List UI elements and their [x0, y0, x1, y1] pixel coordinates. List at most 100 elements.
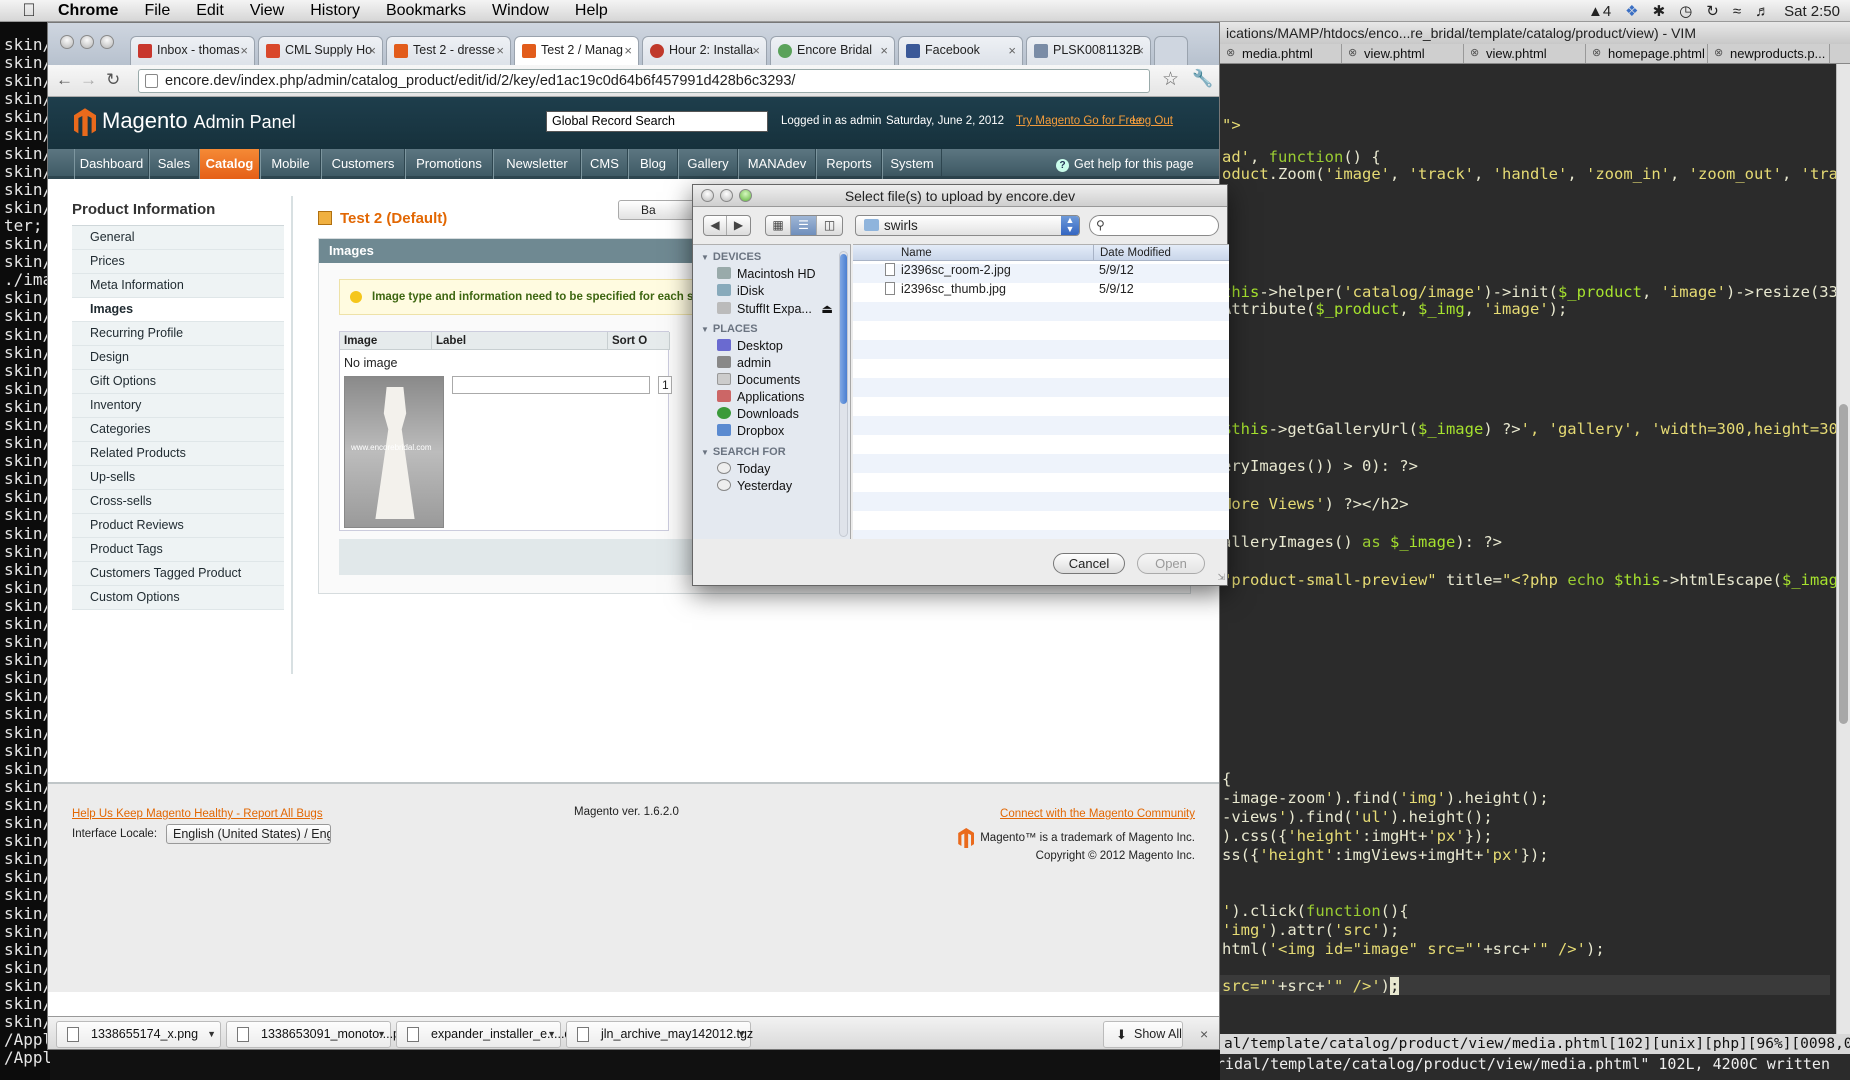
sidebar-item-design[interactable]: Design — [72, 346, 284, 370]
file-row[interactable]: i2396sc_thumb.jpg 5/9/12 — [853, 280, 1229, 299]
sidebar-item-documents[interactable]: Documents — [717, 373, 800, 387]
sidebar-item-cross-sells[interactable]: Cross-sells — [72, 490, 284, 514]
vim-tab[interactable]: ⊗ view.phtml — [1464, 44, 1586, 63]
try-magento-link[interactable]: Try Magento Go for Free — [1016, 115, 1142, 127]
close-icon[interactable]: ⊗ — [1348, 46, 1357, 59]
dropdown-arrow-icon[interactable]: ▼ — [377, 1022, 386, 1047]
vim-tab[interactable]: ⊗ media.phtml — [1220, 44, 1342, 63]
nav-reports[interactable]: Reports — [816, 149, 882, 179]
sidebar-item-product-tags[interactable]: Product Tags — [72, 538, 284, 562]
magento-logo[interactable]: Magento Admin Panel — [74, 108, 296, 137]
dialog-close-button[interactable] — [701, 189, 714, 202]
menu-view[interactable]: View — [250, 2, 284, 20]
sidebar-item-stuffit[interactable]: StuffIt Expa... ⏏ — [717, 301, 833, 316]
sidebar-item-gift-options[interactable]: Gift Options — [72, 370, 284, 394]
close-icon[interactable]: × — [1200, 1026, 1208, 1042]
sidebar-item-images[interactable]: Images — [72, 298, 284, 322]
show-all-downloads-button[interactable]: ⬇ Show All — [1103, 1021, 1183, 1048]
download-item[interactable]: 1338653091_monoto....png ▼ — [226, 1021, 414, 1048]
vim-scroll-thumb[interactable] — [1839, 404, 1848, 724]
dropdown-arrow-icon[interactable]: ▼ — [547, 1022, 556, 1047]
dialog-minimize-button[interactable] — [720, 189, 733, 202]
sidebar-item-admin[interactable]: admin — [717, 356, 771, 370]
terminal-window[interactable]: skin/skin/skin/skin/skin/skin/skin/skin/… — [0, 22, 50, 1080]
back-icon[interactable]: ◀ — [704, 216, 727, 235]
sidebar-scrollbar[interactable] — [839, 251, 848, 537]
open-button[interactable]: Open — [1137, 553, 1205, 574]
nav-manadev[interactable]: MANAdev — [738, 149, 816, 179]
nav-catalog[interactable]: Catalog — [199, 149, 260, 179]
download-item[interactable]: expander_installer_e.....dmg ▼ — [396, 1021, 589, 1048]
browser-tab[interactable]: Encore Bridal × — [770, 36, 895, 65]
icon-view-icon[interactable]: ▦ — [766, 216, 791, 235]
zoom-window-button[interactable] — [100, 35, 114, 49]
sidebar-scroll-thumb[interactable] — [840, 254, 847, 404]
address-bar[interactable]: encore.dev/index.php/admin/catalog_produ… — [138, 69, 1150, 93]
clock[interactable]: Sat 2:50 — [1784, 3, 1840, 20]
vim-tab[interactable]: ⊗ newproducts.p... — [1708, 44, 1830, 63]
close-icon[interactable]: ⊗ — [1714, 46, 1723, 59]
col-date-modified[interactable]: Date Modified — [1093, 245, 1229, 261]
menu-help[interactable]: Help — [575, 2, 608, 20]
sidebar-item-applications[interactable]: Applications — [717, 390, 804, 404]
menu-bookmarks[interactable]: Bookmarks — [386, 2, 466, 20]
sidebar-item-dropbox[interactable]: Dropbox — [717, 424, 784, 438]
sidebar-item-categories[interactable]: Categories — [72, 418, 284, 442]
time-machine-icon[interactable]: ◷ — [1679, 2, 1692, 20]
sidebar-item-macintosh-hd[interactable]: Macintosh HD — [717, 267, 816, 281]
vim-window[interactable]: ications/MAMP/htdocs/enco...re_bridal/te… — [1220, 22, 1850, 1080]
menu-file[interactable]: File — [144, 2, 170, 20]
browser-tab[interactable]: CML Supply Ho × — [258, 36, 383, 65]
nav-promotions[interactable]: Promotions — [405, 149, 493, 179]
browser-tab-active[interactable]: Test 2 / Manag × — [514, 36, 639, 65]
sidebar-item-general[interactable]: General — [72, 226, 284, 250]
sidebar-item-custom-options[interactable]: Custom Options — [72, 586, 284, 610]
sidebar-item-customers-tagged-product[interactable]: Customers Tagged Product — [72, 562, 284, 586]
sync-icon[interactable]: ↻ — [1706, 2, 1719, 20]
nav-system[interactable]: System — [882, 149, 942, 179]
column-view-icon[interactable]: ◫ — [817, 216, 842, 235]
nav-customers[interactable]: Customers — [321, 149, 405, 179]
close-window-button[interactable] — [60, 35, 74, 49]
browser-tab[interactable]: Test 2 - dresse × — [386, 36, 511, 65]
back-button[interactable]: Ba — [618, 200, 698, 220]
forward-icon[interactable]: ▶ — [727, 216, 750, 235]
close-icon[interactable]: × — [1136, 37, 1144, 64]
locale-select[interactable]: English (United States) / Englis — [166, 824, 331, 844]
wrench-icon[interactable]: 🔧 — [1192, 69, 1213, 89]
apple-menu-icon[interactable]:  — [18, 0, 40, 22]
bluetooth-icon[interactable]: ✱ — [1653, 2, 1666, 20]
volume-icon[interactable]: ♬ — [1755, 3, 1770, 20]
close-icon[interactable]: × — [368, 37, 376, 64]
sidebar-item-prices[interactable]: Prices — [72, 250, 284, 274]
browser-tab[interactable]: Inbox - thomas × — [130, 36, 255, 65]
close-icon[interactable]: × — [240, 37, 248, 64]
report-bugs-link[interactable]: Help Us Keep Magento Healthy - Report Al… — [72, 808, 323, 820]
forward-arrow-icon[interactable]: → — [80, 70, 97, 90]
sidebar-item-up-sells[interactable]: Up-sells — [72, 466, 284, 490]
sidebar-item-related-products[interactable]: Related Products — [72, 442, 284, 466]
sidebar-section-devices[interactable]: DEVICES — [701, 251, 761, 263]
close-icon[interactable]: ⊗ — [1226, 46, 1235, 59]
wifi-icon[interactable]: ≈ — [1733, 3, 1741, 20]
sidebar-item-meta-information[interactable]: Meta Information — [72, 274, 284, 298]
help-link[interactable]: ? Get help for this page — [1056, 149, 1194, 179]
close-icon[interactable]: × — [624, 37, 632, 64]
resize-grip-icon[interactable]: ⇲ — [1217, 572, 1225, 583]
sidebar-section-places[interactable]: PLACES — [701, 323, 758, 335]
new-tab-button[interactable] — [1154, 36, 1188, 65]
nav-blog[interactable]: Blog — [628, 149, 678, 179]
sidebar-item-yesterday[interactable]: Yesterday — [717, 479, 792, 493]
close-icon[interactable]: × — [1008, 37, 1016, 64]
vim-tab[interactable]: ⊗ view.phtml — [1342, 44, 1464, 63]
nav-dashboard[interactable]: Dashboard — [74, 149, 149, 179]
browser-tab[interactable]: Hour 2: Installa × — [642, 36, 767, 65]
logout-link[interactable]: Log Out — [1132, 115, 1173, 127]
image-label-input[interactable] — [452, 376, 650, 394]
global-search-input[interactable]: Global Record Search — [546, 111, 768, 132]
sidebar-section-search-for[interactable]: SEARCH FOR — [701, 446, 786, 458]
dropdown-arrow-icon[interactable]: ▼ — [207, 1022, 216, 1047]
close-icon[interactable]: ⊗ — [1470, 46, 1479, 59]
nav-newsletter[interactable]: Newsletter — [493, 149, 581, 179]
file-row[interactable]: i2396sc_room-2.jpg 5/9/12 — [853, 261, 1229, 280]
